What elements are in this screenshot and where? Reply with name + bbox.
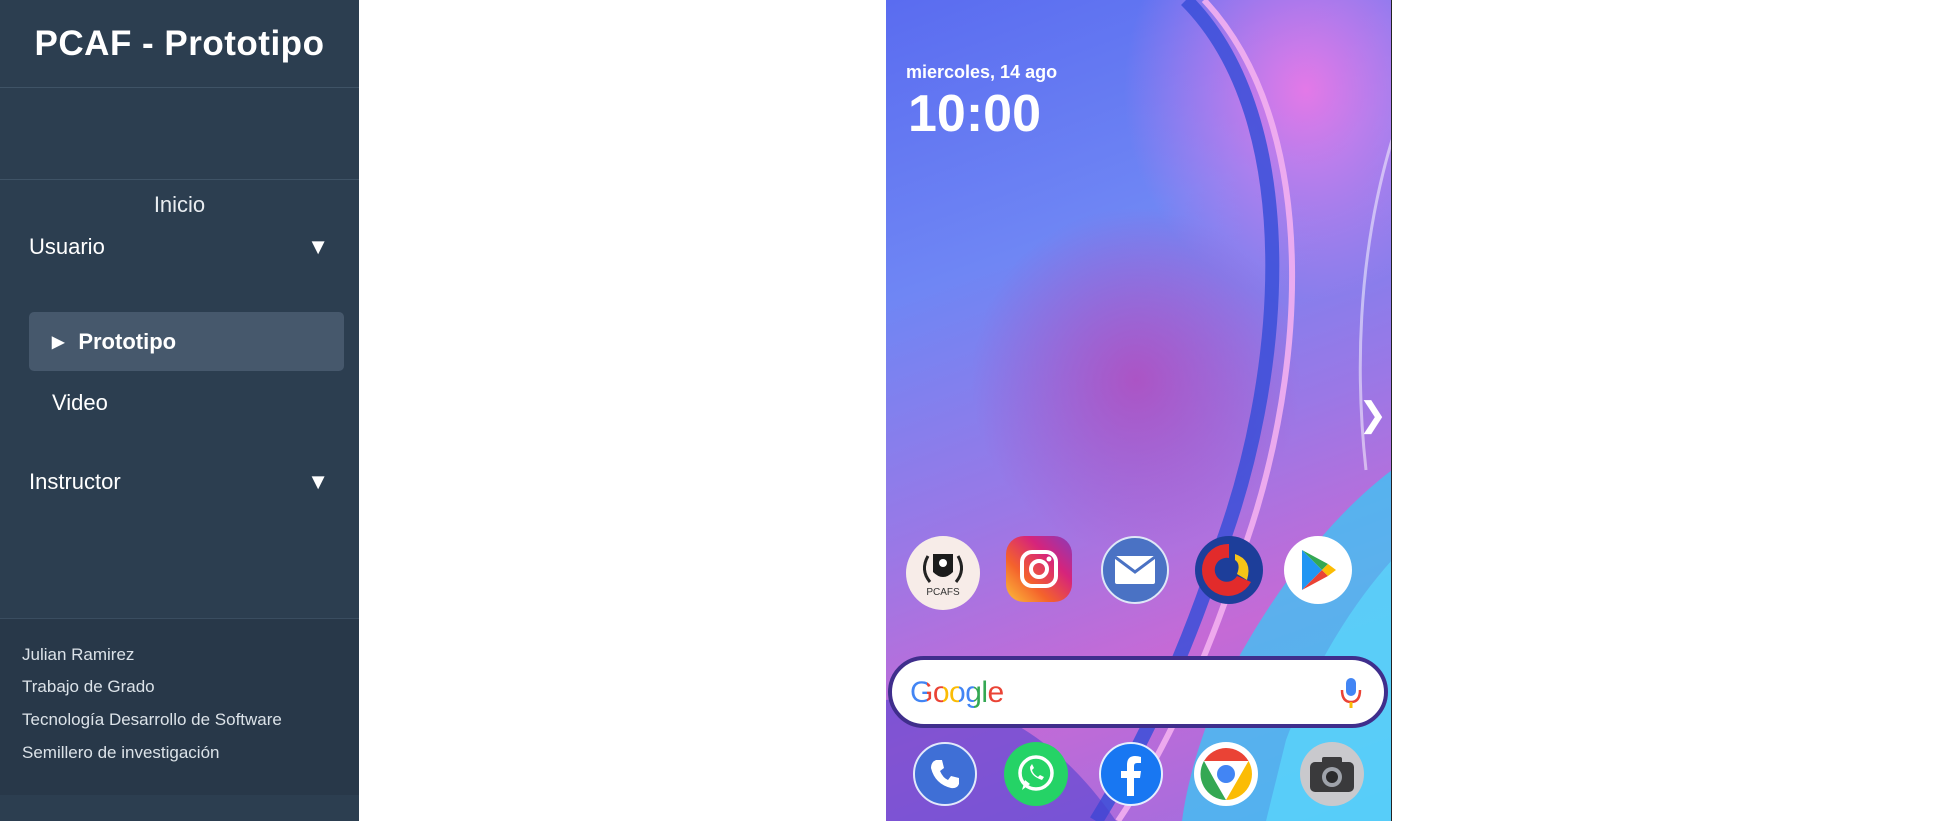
lockscreen-date: miercoles, 14 ago <box>906 62 1058 82</box>
caret-down-icon: ▼ <box>307 234 329 259</box>
sidebar-bottom-strip <box>0 795 359 821</box>
mail-app-icon[interactable] <box>1101 536 1169 604</box>
footer-program: Tecnología Desarrollo de Software <box>22 710 282 729</box>
pcafs-app-icon[interactable]: PCAFS <box>906 536 980 610</box>
bank-app-icon[interactable] <box>1195 536 1263 604</box>
camera-app-icon[interactable] <box>1300 742 1364 806</box>
nav-group-usuario[interactable]: Usuario ▼ <box>0 227 359 267</box>
microphone-icon[interactable] <box>1340 676 1362 710</box>
nav-item-prototipo-label: Prototipo <box>78 328 177 354</box>
sidebar-spacer <box>0 88 359 180</box>
nav-group-instructor-label: Instructor <box>29 469 121 494</box>
nav-item-prototipo[interactable]: ▶ Prototipo <box>29 312 344 371</box>
footer-group: Semillero de investigación <box>22 743 220 762</box>
play-icon: ▶ <box>52 333 65 351</box>
app-title: PCAF - Prototipo <box>34 23 325 63</box>
sidebar-footer: Julian Ramirez Trabajo de Grado Tecnolog… <box>0 618 359 795</box>
facebook-app-icon[interactable] <box>1099 742 1163 806</box>
google-search-bar[interactable]: Google <box>888 656 1388 728</box>
chevron-right-icon[interactable]: ❯ <box>1359 395 1388 435</box>
nav-item-video[interactable]: Video <box>29 373 344 432</box>
footer-project: Trabajo de Grado <box>22 677 155 696</box>
phone-app-icon[interactable] <box>913 742 977 806</box>
nav-group-instructor[interactable]: Instructor ▼ <box>0 462 359 502</box>
sidebar: PCAF - Prototipo Inicio Usuario ▼ ▶ Prot… <box>0 0 359 821</box>
lockscreen-time: 10:00 <box>908 85 1041 143</box>
nav-group-usuario-label: Usuario <box>29 234 105 259</box>
nav-home-link[interactable]: Inicio <box>0 192 359 218</box>
instagram-app-icon[interactable] <box>1006 536 1072 602</box>
nav-item-video-label: Video <box>52 389 108 415</box>
pcafs-label: PCAFS <box>926 587 960 598</box>
footer-author: Julian Ramirez <box>22 645 135 664</box>
phone-mockup: miercoles, 14 ago 10:00 ❯ PCAFS Google <box>886 0 1392 821</box>
google-logo: Google <box>910 676 1004 709</box>
caret-down-icon: ▼ <box>307 469 329 494</box>
brand-header: PCAF - Prototipo <box>0 0 359 88</box>
play-store-app-icon[interactable] <box>1284 536 1352 604</box>
whatsapp-app-icon[interactable] <box>1004 742 1068 806</box>
chrome-app-icon[interactable] <box>1194 742 1258 806</box>
